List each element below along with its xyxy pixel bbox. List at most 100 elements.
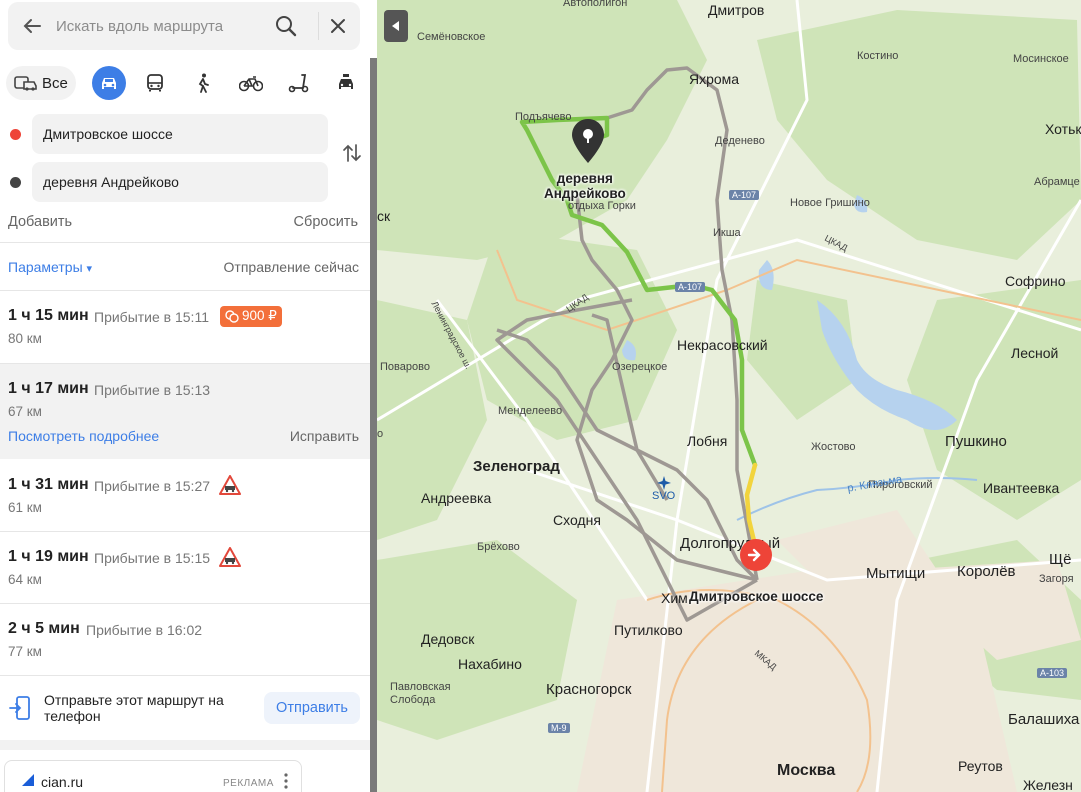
reset-link[interactable]: Сбросить [294,214,358,230]
map-label: Красногорск [546,681,632,698]
map-label: Семёновское [417,31,486,43]
bus-icon [147,74,163,92]
route-from-field[interactable]: Дмитровское шоссе [32,114,328,154]
map-label: Зеленоград [473,458,560,475]
mode-car-button[interactable] [92,66,126,100]
route-option[interactable]: 1 ч 19 мин Прибытие в 15:15 64 км [0,532,370,603]
more-options-icon[interactable] [283,772,289,790]
transport-modes: Все [6,66,366,102]
ad-site: cian.ru [41,774,84,790]
destination-pin-label: деревня Андрейково [544,171,626,201]
route-option-selected[interactable]: 1 ч 17 мин Прибытие в 15:13 67 км Посмот… [0,364,370,459]
route-from-text: Дмитровское шоссе [43,126,173,142]
map-label: Менделеево [498,405,563,417]
destination-dot [10,177,21,188]
route-details-link[interactable]: Посмотреть подробнее [8,428,159,444]
back-arrow-icon[interactable] [20,14,44,38]
scooter-icon [288,74,309,93]
cian-logo-icon [22,774,34,786]
map-label: Загоря [1039,573,1074,585]
origin-dot [10,129,21,140]
route-arrival: Прибытие в 15:13 [94,382,211,398]
origin-pin-label: Дмитровское шоссе [689,589,824,604]
origin-pin-icon[interactable] [739,538,773,574]
destination-pin-icon[interactable] [571,118,605,164]
close-icon[interactable] [326,14,350,38]
map-label: Автополигон [563,0,628,9]
map-label: Москва [777,762,836,779]
all-transport-icon [14,76,37,91]
map-label: Лобня [687,433,728,449]
map-label: Хотьк [1045,121,1081,137]
route-option[interactable]: 1 ч 31 мин Прибытие в 15:27 61 км [0,460,370,531]
chevron-down-icon: ▾ [86,263,93,275]
route-duration: 1 ч 15 мин [8,307,89,324]
map-label: Мытищи [866,565,926,582]
map-label: Андреевка [421,490,492,506]
mode-bus-button[interactable] [138,66,172,100]
map-label: Софрино [1005,273,1066,289]
mode-scooter-button[interactable] [282,66,316,100]
chevron-left-icon [392,21,399,31]
map-label: Путилково [614,622,683,638]
add-point-link[interactable]: Добавить [8,214,72,230]
mode-taxi-button[interactable] [329,66,363,100]
parameters-dropdown[interactable]: Параметры ▾ [8,259,92,275]
route-option[interactable]: 2 ч 5 мин Прибытие в 16:02 77 км [0,604,370,675]
map-label: Икша [713,227,741,239]
mode-bike-button[interactable] [234,66,268,100]
search-icon[interactable] [274,14,298,38]
mode-all-button[interactable]: Все [6,66,76,100]
route-duration: 2 ч 5 мин [8,620,80,637]
divider [0,675,370,676]
road-works-warning-icon [219,547,241,567]
route-distance: 77 км [8,644,42,659]
road-badge: А-107 [675,282,706,292]
map-view[interactable]: Автополигон Дмитров Семёновское Костино … [377,0,1081,792]
map-label: Хим [661,590,688,606]
mode-walk-button[interactable] [186,66,220,100]
map-label: Костино [857,50,899,62]
map-label: Щё [1049,551,1072,568]
map-label: Дедовск [421,631,475,647]
toll-road-icon [225,310,239,323]
mode-all-label: Все [42,75,68,92]
route-to-field[interactable]: деревня Андрейково [32,162,328,202]
map-label: Поварово [380,361,430,373]
taxi-icon [339,74,353,89]
panel-scrollbar[interactable] [370,58,377,792]
collapse-panel-button[interactable] [384,10,408,42]
map-label: Пушкино [945,433,1007,450]
toll-price: 900 ₽ [242,308,277,323]
departure-time[interactable]: Отправление сейчас [224,259,359,275]
map-label: Лесной [1011,345,1059,361]
route-distance: 67 км [8,404,42,419]
route-duration: 1 ч 17 мин [8,380,89,397]
parameters-label: Параметры [8,259,83,275]
map-label: Мосинское [1013,53,1069,65]
report-error-link[interactable]: Исправить [290,428,359,444]
map-label: Дмитров [708,2,765,18]
bicycle-icon [239,76,263,92]
send-route-button[interactable]: Отправить [264,692,360,724]
route-duration: 1 ч 19 мин [8,548,89,565]
divider [318,12,319,40]
section-gap [0,740,370,750]
map-label: Королёв [957,563,1016,580]
airport-icon [657,476,671,490]
ad-banner[interactable]: cian.ru РЕКЛАМА [4,760,302,792]
map-label: Новое Гришино [790,197,870,209]
road-badge: М-9 [548,723,570,733]
map-label: Нахабино [458,656,522,672]
map-label: Реутов [958,758,1003,774]
map-label: отдыха Горки [568,200,636,212]
swap-points-icon[interactable] [341,142,363,164]
map-label: Железн [1023,777,1073,792]
route-panel: Все Дмитровское шоссе деревня Андрейково… [0,0,370,792]
search-along-route-input[interactable] [56,15,256,37]
route-option[interactable]: 1 ч 15 мин Прибытие в 15:11 900 ₽ 80 км [0,291,370,363]
map-label: ск [377,208,391,224]
route-search-bar [8,2,360,50]
map-label: Ивантеевка [983,480,1060,496]
map-label: Павловская Слобода [390,681,451,706]
